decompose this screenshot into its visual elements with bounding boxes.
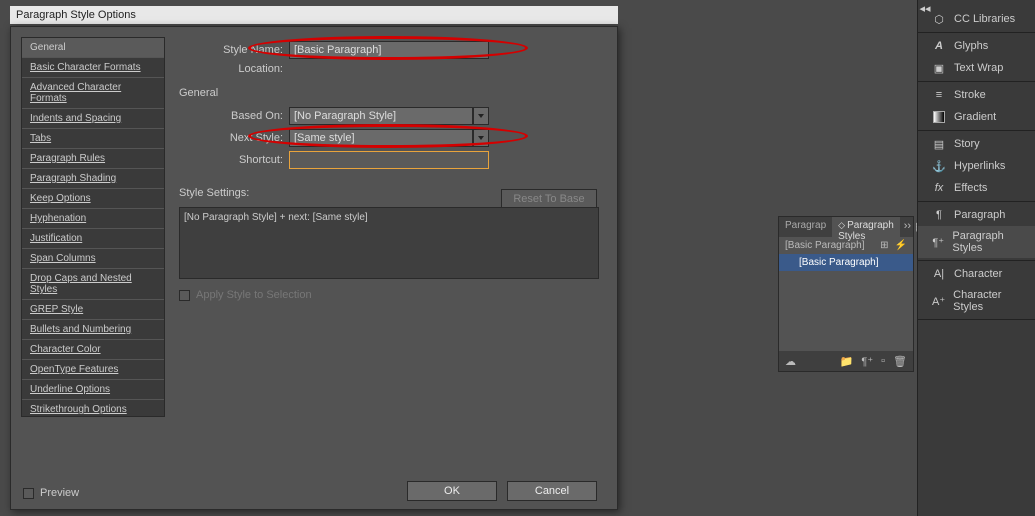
new-style-icon[interactable]: ⊞ <box>880 240 888 251</box>
style-name-label: Style Name: <box>179 44 289 56</box>
rail-cc-libraries[interactable]: ⬡ CC Libraries <box>918 8 1035 30</box>
pstyles-header-label: [Basic Paragraph] <box>785 240 865 251</box>
gradient-icon <box>932 110 946 124</box>
ok-button[interactable]: OK <box>407 481 497 501</box>
rail-text-wrap[interactable]: ▣ Text Wrap <box>918 57 1035 79</box>
rail-effects[interactable]: fx Effects <box>918 177 1035 199</box>
based-on-select[interactable] <box>289 107 473 125</box>
folder-icon[interactable]: 📁 <box>840 355 854 368</box>
cat-charcolor[interactable]: Character Color <box>22 340 164 360</box>
panel-rail: ◂◂ ⬡ CC Libraries A Glyphs ▣ Text Wrap ≡ Str… <box>917 0 1035 516</box>
cat-hyphen[interactable]: Hyphenation <box>22 209 164 229</box>
pstyles-footer: ☁ 📁 ¶⁺ ▫ 🗑 <box>779 351 913 371</box>
cat-tabs[interactable]: Tabs <box>22 129 164 149</box>
dialog-titlebar: Paragraph Style Options <box>10 6 618 24</box>
story-icon: ▤ <box>932 137 946 151</box>
cat-para-shading[interactable]: Paragraph Shading <box>22 169 164 189</box>
paragraph-styles-panel: Paragrap ◇Paragraph Styles ›› ▤ [Basic P… <box>778 216 914 372</box>
cloud-icon[interactable]: ☁ <box>785 355 796 368</box>
rail-collapse-icon[interactable]: ◂◂ <box>920 2 930 15</box>
cat-strike[interactable]: Strikethrough Options <box>22 400 164 417</box>
rail-label: Character <box>954 268 1002 280</box>
stroke-icon: ≡ <box>932 88 946 102</box>
cat-opentype[interactable]: OpenType Features <box>22 360 164 380</box>
pstyles-icon: ¶⁺ <box>932 235 944 249</box>
cat-basic-char[interactable]: Basic Character Formats <box>22 58 164 78</box>
rail-label: Effects <box>954 182 987 194</box>
rail-label: CC Libraries <box>954 13 1015 25</box>
clear-icon[interactable]: ¶⁺ <box>861 355 873 368</box>
tab-paragraph[interactable]: Paragrap <box>779 217 832 237</box>
rail-hyperlinks[interactable]: ⚓ Hyperlinks <box>918 155 1035 177</box>
cc-icon: ⬡ <box>932 12 946 26</box>
pstyles-header-row: [Basic Paragraph] ⊞ ⚡ <box>779 237 913 254</box>
tab-paragraph-styles[interactable]: ◇Paragraph Styles <box>832 217 900 237</box>
cat-general[interactable]: General <box>22 38 164 58</box>
next-style-select[interactable] <box>289 129 473 147</box>
new-icon[interactable]: ▫ <box>881 355 885 368</box>
rail-label: Character Styles <box>953 289 1027 313</box>
hyperlinks-icon: ⚓ <box>932 159 946 173</box>
rail-label: Text Wrap <box>954 62 1003 74</box>
cat-dropcaps[interactable]: Drop Caps and Nested Styles <box>22 269 164 300</box>
rail-character[interactable]: A| Character <box>918 263 1035 285</box>
cat-para-rules[interactable]: Paragraph Rules <box>22 149 164 169</box>
rail-gradient[interactable]: Gradient <box>918 106 1035 128</box>
cstyles-icon: A⁺ <box>932 294 945 308</box>
chevron-down-icon <box>478 114 484 118</box>
glyphs-icon: A <box>932 39 946 53</box>
paragraph-style-options-dialog: General Basic Character Formats Advanced… <box>10 26 618 510</box>
rail-glyphs[interactable]: A Glyphs <box>918 35 1035 57</box>
character-icon: A| <box>932 267 946 281</box>
cat-indents[interactable]: Indents and Spacing <box>22 109 164 129</box>
style-name-input[interactable] <box>289 41 489 59</box>
pstyles-item-basic[interactable]: [Basic Paragraph] <box>779 254 913 271</box>
cat-adv-char[interactable]: Advanced Character Formats <box>22 78 164 109</box>
rail-paragraph-styles[interactable]: ¶⁺ Paragraph Styles <box>918 226 1035 258</box>
preview-checkbox[interactable] <box>23 488 34 499</box>
preview-label: Preview <box>40 487 79 499</box>
clear-overrides-icon[interactable]: ⚡ <box>895 240 907 251</box>
rail-label: Gradient <box>954 111 996 123</box>
shortcut-input[interactable] <box>289 151 489 169</box>
apply-style-label: Apply Style to Selection <box>196 289 312 301</box>
rail-label: Glyphs <box>954 40 988 52</box>
rail-label: Story <box>954 138 980 150</box>
rail-label: Hyperlinks <box>954 160 1005 172</box>
dialog-category-list[interactable]: General Basic Character Formats Advanced… <box>21 37 165 417</box>
trash-icon[interactable]: 🗑 <box>893 355 907 368</box>
next-style-dropdown-btn[interactable] <box>473 129 489 147</box>
apply-style-checkbox[interactable] <box>179 290 190 301</box>
effects-icon: fx <box>932 181 946 195</box>
cat-underline[interactable]: Underline Options <box>22 380 164 400</box>
cat-span[interactable]: Span Columns <box>22 249 164 269</box>
cancel-button[interactable]: Cancel <box>507 481 597 501</box>
rail-paragraph[interactable]: ¶ Paragraph <box>918 204 1035 226</box>
rail-story[interactable]: ▤ Story <box>918 133 1035 155</box>
reset-to-base-button[interactable]: Reset To Base <box>501 189 597 209</box>
location-label: Location: <box>179 63 289 75</box>
based-on-label: Based On: <box>179 110 289 122</box>
rail-stroke[interactable]: ≡ Stroke <box>918 84 1035 106</box>
panel-collapse-icon[interactable]: ›› <box>904 220 911 234</box>
style-settings-readonly: [No Paragraph Style] + next: [Same style… <box>179 207 599 279</box>
rail-character-styles[interactable]: A⁺ Character Styles <box>918 285 1035 317</box>
chevron-down-icon <box>478 136 484 140</box>
based-on-dropdown-btn[interactable] <box>473 107 489 125</box>
dialog-main: Style Name: Location: General Based On: … <box>165 27 617 469</box>
next-style-label: Next Style: <box>179 132 289 144</box>
cat-bullets[interactable]: Bullets and Numbering <box>22 320 164 340</box>
cat-keep[interactable]: Keep Options <box>22 189 164 209</box>
shortcut-label: Shortcut: <box>179 154 289 166</box>
textwrap-icon: ▣ <box>932 61 946 75</box>
rail-label: Paragraph Styles <box>952 230 1027 254</box>
rail-label: Stroke <box>954 89 986 101</box>
cat-grep[interactable]: GREP Style <box>22 300 164 320</box>
paragraph-icon: ¶ <box>932 208 946 222</box>
rail-label: Paragraph <box>954 209 1005 221</box>
general-heading: General <box>179 87 599 99</box>
cat-justif[interactable]: Justification <box>22 229 164 249</box>
